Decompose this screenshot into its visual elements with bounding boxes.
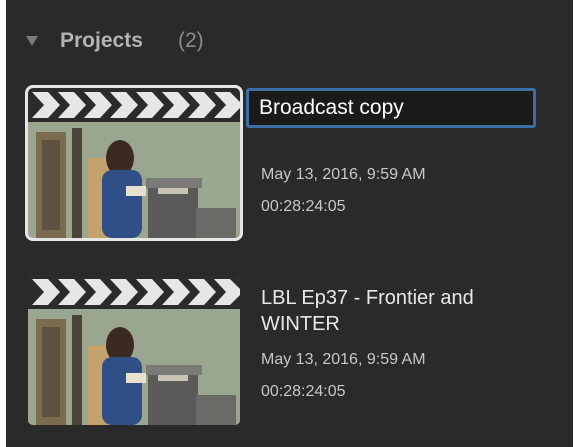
projects-section-header: Projects (2) xyxy=(6,22,573,66)
project-thumbnail[interactable] xyxy=(28,275,240,425)
disclosure-triangle-down-icon[interactable] xyxy=(26,36,38,46)
clapperboard-icon xyxy=(28,88,240,238)
section-title: Projects xyxy=(60,29,143,52)
project-name[interactable]: LBL Ep37 - Frontier and WINTER xyxy=(261,285,474,337)
project-date: May 13, 2016, 9:59 AM xyxy=(261,166,426,183)
project-duration: 00:28:24:05 xyxy=(261,383,346,400)
project-date: May 13, 2016, 9:59 AM xyxy=(261,351,426,368)
project-library-panel: Projects (2) Broadcast copy May 13, 2016… xyxy=(6,0,573,447)
project-name-line2: WINTER xyxy=(261,313,340,335)
project-thumbnail[interactable] xyxy=(25,85,243,241)
section-count: (2) xyxy=(178,29,204,52)
project-item-broadcast-copy[interactable]: May 13, 2016, 9:59 AM 00:28:24:05 xyxy=(6,85,573,248)
project-duration: 00:28:24:05 xyxy=(261,198,346,215)
project-item-lbl-ep37[interactable]: LBL Ep37 - Frontier and WINTER May 13, 2… xyxy=(6,275,573,435)
clapperboard-icon xyxy=(28,275,240,425)
project-name-input[interactable] xyxy=(246,88,536,128)
project-name-line1: LBL Ep37 - Frontier and xyxy=(261,287,474,309)
